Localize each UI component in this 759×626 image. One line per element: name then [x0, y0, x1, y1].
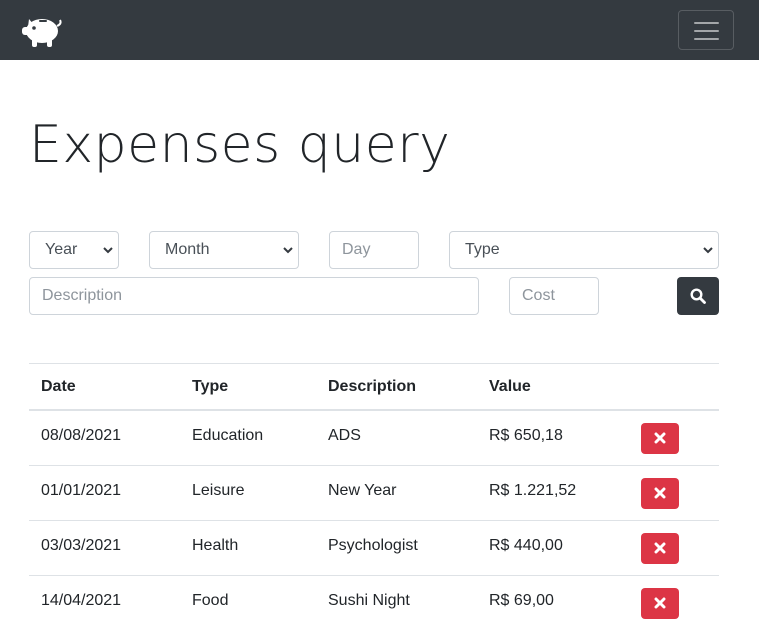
- delete-button[interactable]: [641, 423, 679, 454]
- table-header: Date Type Description Value: [29, 363, 719, 411]
- chevron-down-icon: [283, 247, 293, 254]
- cell-value: R$ 1.221,52: [489, 482, 577, 499]
- search-icon: [690, 288, 706, 304]
- cell-description: ADS: [328, 427, 361, 444]
- navbar-toggler-button[interactable]: [678, 10, 734, 50]
- cell-date: 08/08/2021: [41, 427, 122, 444]
- cell-value: R$ 69,00: [489, 592, 554, 609]
- cost-input[interactable]: Cost: [509, 277, 599, 315]
- table-row: 08/08/2021 Education ADS R$ 650,18: [29, 411, 719, 466]
- year-select[interactable]: Year: [29, 231, 119, 269]
- close-icon: [654, 597, 666, 609]
- navbar: [0, 0, 759, 60]
- year-select-value: Year: [45, 241, 78, 258]
- cell-description: Psychologist: [328, 537, 418, 554]
- type-select-value: Type: [465, 241, 500, 258]
- cell-date: 01/01/2021: [41, 482, 122, 499]
- day-input[interactable]: Day: [329, 231, 419, 269]
- cell-type: Leisure: [192, 482, 245, 499]
- cell-type: Health: [192, 537, 239, 554]
- cell-value: R$ 650,18: [489, 427, 563, 444]
- close-icon: [654, 432, 666, 444]
- cost-input-placeholder: Cost: [522, 287, 555, 304]
- month-select[interactable]: Month: [149, 231, 299, 269]
- delete-button[interactable]: [641, 533, 679, 564]
- header-type: Type: [192, 378, 229, 395]
- delete-button[interactable]: [641, 588, 679, 619]
- cell-description: New Year: [328, 482, 397, 499]
- page-title: Expenses query: [29, 115, 451, 175]
- cell-description: Sushi Night: [328, 592, 410, 609]
- header-date: Date: [41, 378, 76, 395]
- cell-date: 14/04/2021: [41, 592, 122, 609]
- table-row: 01/01/2021 Leisure New Year R$ 1.221,52: [29, 466, 719, 521]
- hamburger-menu-icon: [694, 22, 719, 24]
- chevron-down-icon: [703, 247, 713, 254]
- cell-value: R$ 440,00: [489, 537, 563, 554]
- type-select[interactable]: Type: [449, 231, 719, 269]
- chevron-down-icon: [103, 247, 113, 254]
- search-button[interactable]: [677, 277, 719, 315]
- expenses-table: Date Type Description Value 08/08/2021 E…: [29, 363, 719, 626]
- month-select-value: Month: [165, 241, 210, 258]
- description-input-placeholder: Description: [42, 287, 123, 304]
- table-row: 14/04/2021 Food Sushi Night R$ 69,00: [29, 576, 719, 626]
- cell-type: Education: [192, 427, 264, 444]
- delete-button[interactable]: [641, 478, 679, 509]
- table-row: 03/03/2021 Health Psychologist R$ 440,00: [29, 521, 719, 576]
- piggy-bank-icon[interactable]: [19, 11, 63, 49]
- cell-type: Food: [192, 592, 229, 609]
- close-icon: [654, 487, 666, 499]
- close-icon: [654, 542, 666, 554]
- day-input-placeholder: Day: [342, 241, 371, 258]
- header-value: Value: [489, 378, 531, 395]
- cell-date: 03/03/2021: [41, 537, 122, 554]
- header-description: Description: [328, 378, 417, 395]
- description-input[interactable]: Description: [29, 277, 479, 315]
